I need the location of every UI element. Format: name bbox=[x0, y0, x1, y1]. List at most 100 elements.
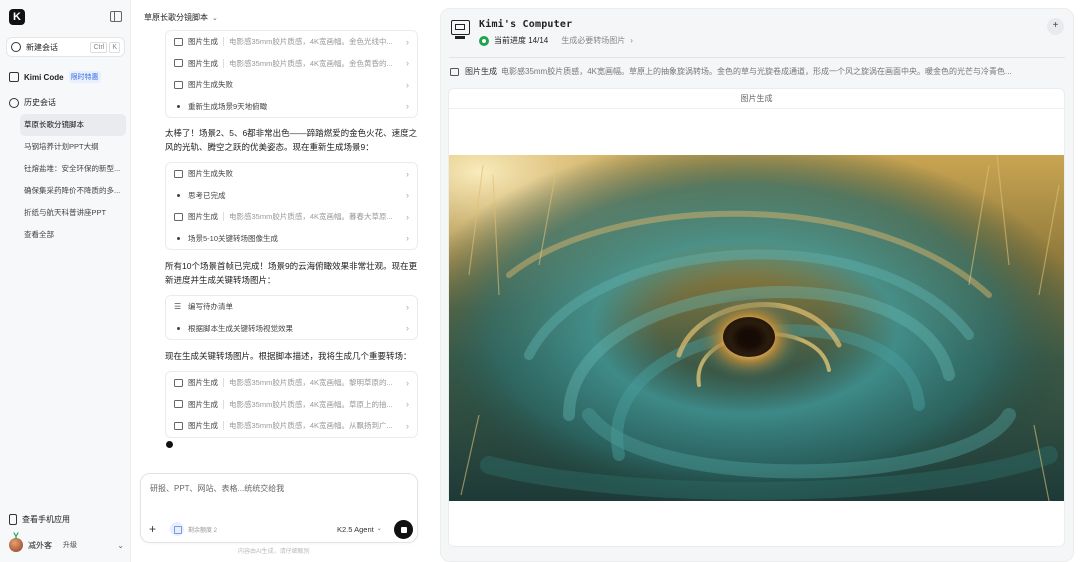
current-task: 图片生成 电影感35mm胶片质感，4K宽画幅。草原上的抽象旋涡转场。金色的草与光… bbox=[450, 66, 1064, 77]
tool-call-description: 电影感35mm胶片质感，4K宽画幅。金色黄昏的... bbox=[229, 58, 393, 68]
task-description: 电影感35mm胶片质感，4K宽画幅。草原上的抽象旋涡转场。金色的草与光旋卷成通道… bbox=[501, 67, 1012, 76]
stop-generation-button[interactable] bbox=[394, 520, 413, 539]
tool-call-name: 根据脚本生成关键转场视觉效果 bbox=[188, 323, 293, 333]
tool-call-row[interactable]: 图片生成 电影感35mm胶片质感，4K宽画幅。金色光线中... › bbox=[166, 31, 417, 53]
image-icon bbox=[174, 169, 183, 178]
tool-call-name: 图片生成 bbox=[188, 399, 218, 409]
tool-call-card: 图片生成失败 › 思考已完成 › 图片生成 电影感35mm胶片质感，4K宽画幅。暮春大草原… bbox=[165, 162, 418, 250]
phone-icon bbox=[9, 514, 17, 525]
chevron-down-icon: ⌄ bbox=[117, 540, 124, 550]
history-item-active[interactable]: 草原长歌分镜脚本 bbox=[20, 114, 126, 136]
image-icon bbox=[174, 212, 183, 221]
mobile-app-link[interactable]: 查看手机应用 bbox=[9, 514, 70, 525]
user-menu[interactable]: 减外客 升级 ⌄ bbox=[9, 538, 124, 552]
new-chat-label: 新建会话 bbox=[26, 42, 58, 52]
chevron-right-icon: › bbox=[406, 377, 409, 388]
streaming-indicator bbox=[166, 441, 173, 448]
clock-icon bbox=[9, 97, 19, 108]
separator bbox=[223, 421, 224, 431]
chat-panel: 草原长歌分镜脚本 ⌄ 图片生成 电影感35mm胶片质感，4K宽画幅。金色光线中..… bbox=[131, 0, 431, 562]
tool-call-row[interactable]: 场景5-10关键转场图像生成 › bbox=[166, 228, 417, 250]
history-item[interactable]: 马钢培养计划PPT大纲 bbox=[20, 136, 126, 158]
progress-row: 当前进度 14/14 生成必要转场图片 › bbox=[479, 35, 633, 46]
chat-title-dropdown[interactable]: 草原长歌分镜脚本 ⌄ bbox=[144, 12, 218, 23]
image-icon bbox=[174, 80, 183, 89]
assistant-message: 现在生成关键转场图片。根据脚本描述，我将生成几个重要转场： bbox=[165, 351, 412, 361]
mobile-app-label: 查看手机应用 bbox=[22, 515, 70, 524]
image-icon bbox=[450, 67, 459, 76]
tool-call-row[interactable]: 图片生成失败 › bbox=[166, 74, 417, 96]
upgrade-link[interactable]: 升级 bbox=[63, 540, 77, 550]
chat-input[interactable]: 研报、PPT、网站、表格...统统交给我 bbox=[150, 483, 284, 494]
tool-call-name: 图片生成 bbox=[188, 37, 218, 47]
chevron-right-icon: › bbox=[406, 233, 409, 244]
separator bbox=[223, 37, 224, 47]
expand-icon[interactable]: + bbox=[1047, 18, 1064, 35]
assistant-message: 太棒了！场景2、5、6都非常出色——蹄踏燃爱的金色火花、速度之风的光轨、腾空之跃… bbox=[165, 128, 418, 152]
tool-call-card: 图片生成 电影感35mm胶片质感，4K宽画幅。金色光线中... › 图片生成 电影感35… bbox=[165, 30, 418, 118]
tool-call-row[interactable]: 图片生成 电影感35mm胶片质感，4K宽画幅。暮春大草原... › bbox=[166, 206, 417, 228]
history-item[interactable]: 钍熔盐堆：安全环保的新型... bbox=[20, 158, 126, 180]
bullet-icon bbox=[177, 326, 180, 330]
tool-call-row[interactable]: 图片生成 电影感35mm胶片质感，4K宽画幅。从飘扬到广... › bbox=[166, 415, 417, 437]
shortcut-key-ctrl: Ctrl bbox=[90, 41, 108, 53]
assistant-message: 所有10个场景首帧已完成！场景9的云海俯瞰效果非常壮观。现在更新进度并生成关键转… bbox=[165, 261, 418, 285]
chevron-right-icon: › bbox=[406, 211, 409, 222]
generated-image[interactable] bbox=[449, 155, 1064, 501]
new-chat-icon bbox=[11, 42, 21, 52]
chat-input-box[interactable]: 研报、PPT、网站、表格...统统交给我 + 剩余额度 2 K2.5 Agent… bbox=[140, 473, 418, 543]
vortex-image bbox=[449, 155, 1064, 501]
chevron-right-icon: › bbox=[406, 58, 409, 69]
tool-call-row[interactable]: 根据脚本生成关键转场视觉效果 › bbox=[166, 318, 417, 340]
shortcut-key-k: K bbox=[109, 41, 120, 53]
chevron-right-icon: › bbox=[406, 399, 409, 410]
cursor-marker-icon: Y bbox=[13, 531, 20, 541]
tool-call-row[interactable]: 思考已完成 › bbox=[166, 185, 417, 207]
history-header: 历史会话 bbox=[9, 97, 56, 108]
tool-call-name: 图片生成失败 bbox=[188, 80, 233, 90]
separator bbox=[223, 212, 224, 222]
status-done-icon bbox=[479, 35, 489, 46]
kimi-logo[interactable]: K bbox=[9, 9, 25, 25]
chevron-right-icon: › bbox=[406, 301, 409, 312]
history-item[interactable]: 确保集采药降价不降质的多... bbox=[20, 180, 126, 202]
computer-title: Kimi's Computer bbox=[479, 19, 573, 30]
tool-call-name: 思考已完成 bbox=[188, 190, 226, 200]
code-icon bbox=[9, 72, 19, 82]
model-label: K2.5 Agent bbox=[337, 525, 374, 534]
sidebar-collapse-icon[interactable] bbox=[110, 11, 122, 22]
tool-call-row[interactable]: 图片生成 电影感35mm胶片质感，4K宽画幅。金色黄昏的... › bbox=[166, 53, 417, 75]
tool-call-row[interactable]: 图片生成 电影感35mm胶片质感，4K宽画幅。草原上的抽... › bbox=[166, 394, 417, 416]
quota-label: 剩余额度 2 bbox=[188, 527, 218, 534]
tool-call-row[interactable]: 重新生成场景9天地俯瞰 › bbox=[166, 96, 417, 118]
view-all-history-link[interactable]: 查看全部 bbox=[20, 224, 126, 246]
computer-panel: Kimi's Computer 当前进度 14/14 生成必要转场图片 › + … bbox=[440, 8, 1074, 562]
list-icon: ☰ bbox=[174, 301, 182, 311]
tool-call-row[interactable]: ☰ 编写待办清单 › bbox=[166, 296, 417, 318]
tool-call-row[interactable]: 图片生成 电影感35mm胶片质感，4K宽画幅。黎明草原的... › bbox=[166, 372, 417, 394]
bullet-icon bbox=[177, 236, 180, 240]
computer-icon bbox=[451, 20, 470, 39]
chevron-down-icon: ⌄ bbox=[212, 14, 218, 22]
history-item[interactable]: 折纸与航天科普讲座PPT bbox=[20, 202, 126, 224]
tool-chip[interactable]: 剩余额度 2 bbox=[170, 522, 217, 536]
separator bbox=[223, 378, 224, 388]
tool-call-description: 电影感35mm胶片质感，4K宽画幅。暮春大草原... bbox=[229, 212, 393, 222]
shortcut-hint: Ctrl K bbox=[90, 41, 120, 53]
chevron-right-icon: › bbox=[406, 190, 409, 201]
chevron-down-icon: ⌄ bbox=[376, 526, 382, 532]
add-attachment-button[interactable]: + bbox=[149, 523, 156, 535]
viewer-title: 图片生成 bbox=[449, 89, 1064, 109]
chevron-right-icon: › bbox=[406, 79, 409, 90]
image-icon bbox=[174, 421, 183, 430]
kimi-code-link[interactable]: Kimi Code 限时特惠 bbox=[9, 71, 101, 83]
new-chat-button[interactable]: 新建会话 Ctrl K bbox=[6, 37, 125, 57]
separator bbox=[223, 399, 224, 409]
tool-call-name: 图片生成 bbox=[188, 58, 218, 68]
progress-label: 当前进度 14/14 bbox=[494, 36, 549, 45]
model-selector[interactable]: K2.5 Agent ⌄ bbox=[337, 525, 382, 534]
chevron-right-icon: › bbox=[406, 420, 409, 431]
current-step-link[interactable]: 生成必要转场图片 bbox=[561, 35, 625, 46]
tool-call-name: 图片生成 bbox=[188, 378, 218, 388]
tool-call-row[interactable]: 图片生成失败 › bbox=[166, 163, 417, 185]
